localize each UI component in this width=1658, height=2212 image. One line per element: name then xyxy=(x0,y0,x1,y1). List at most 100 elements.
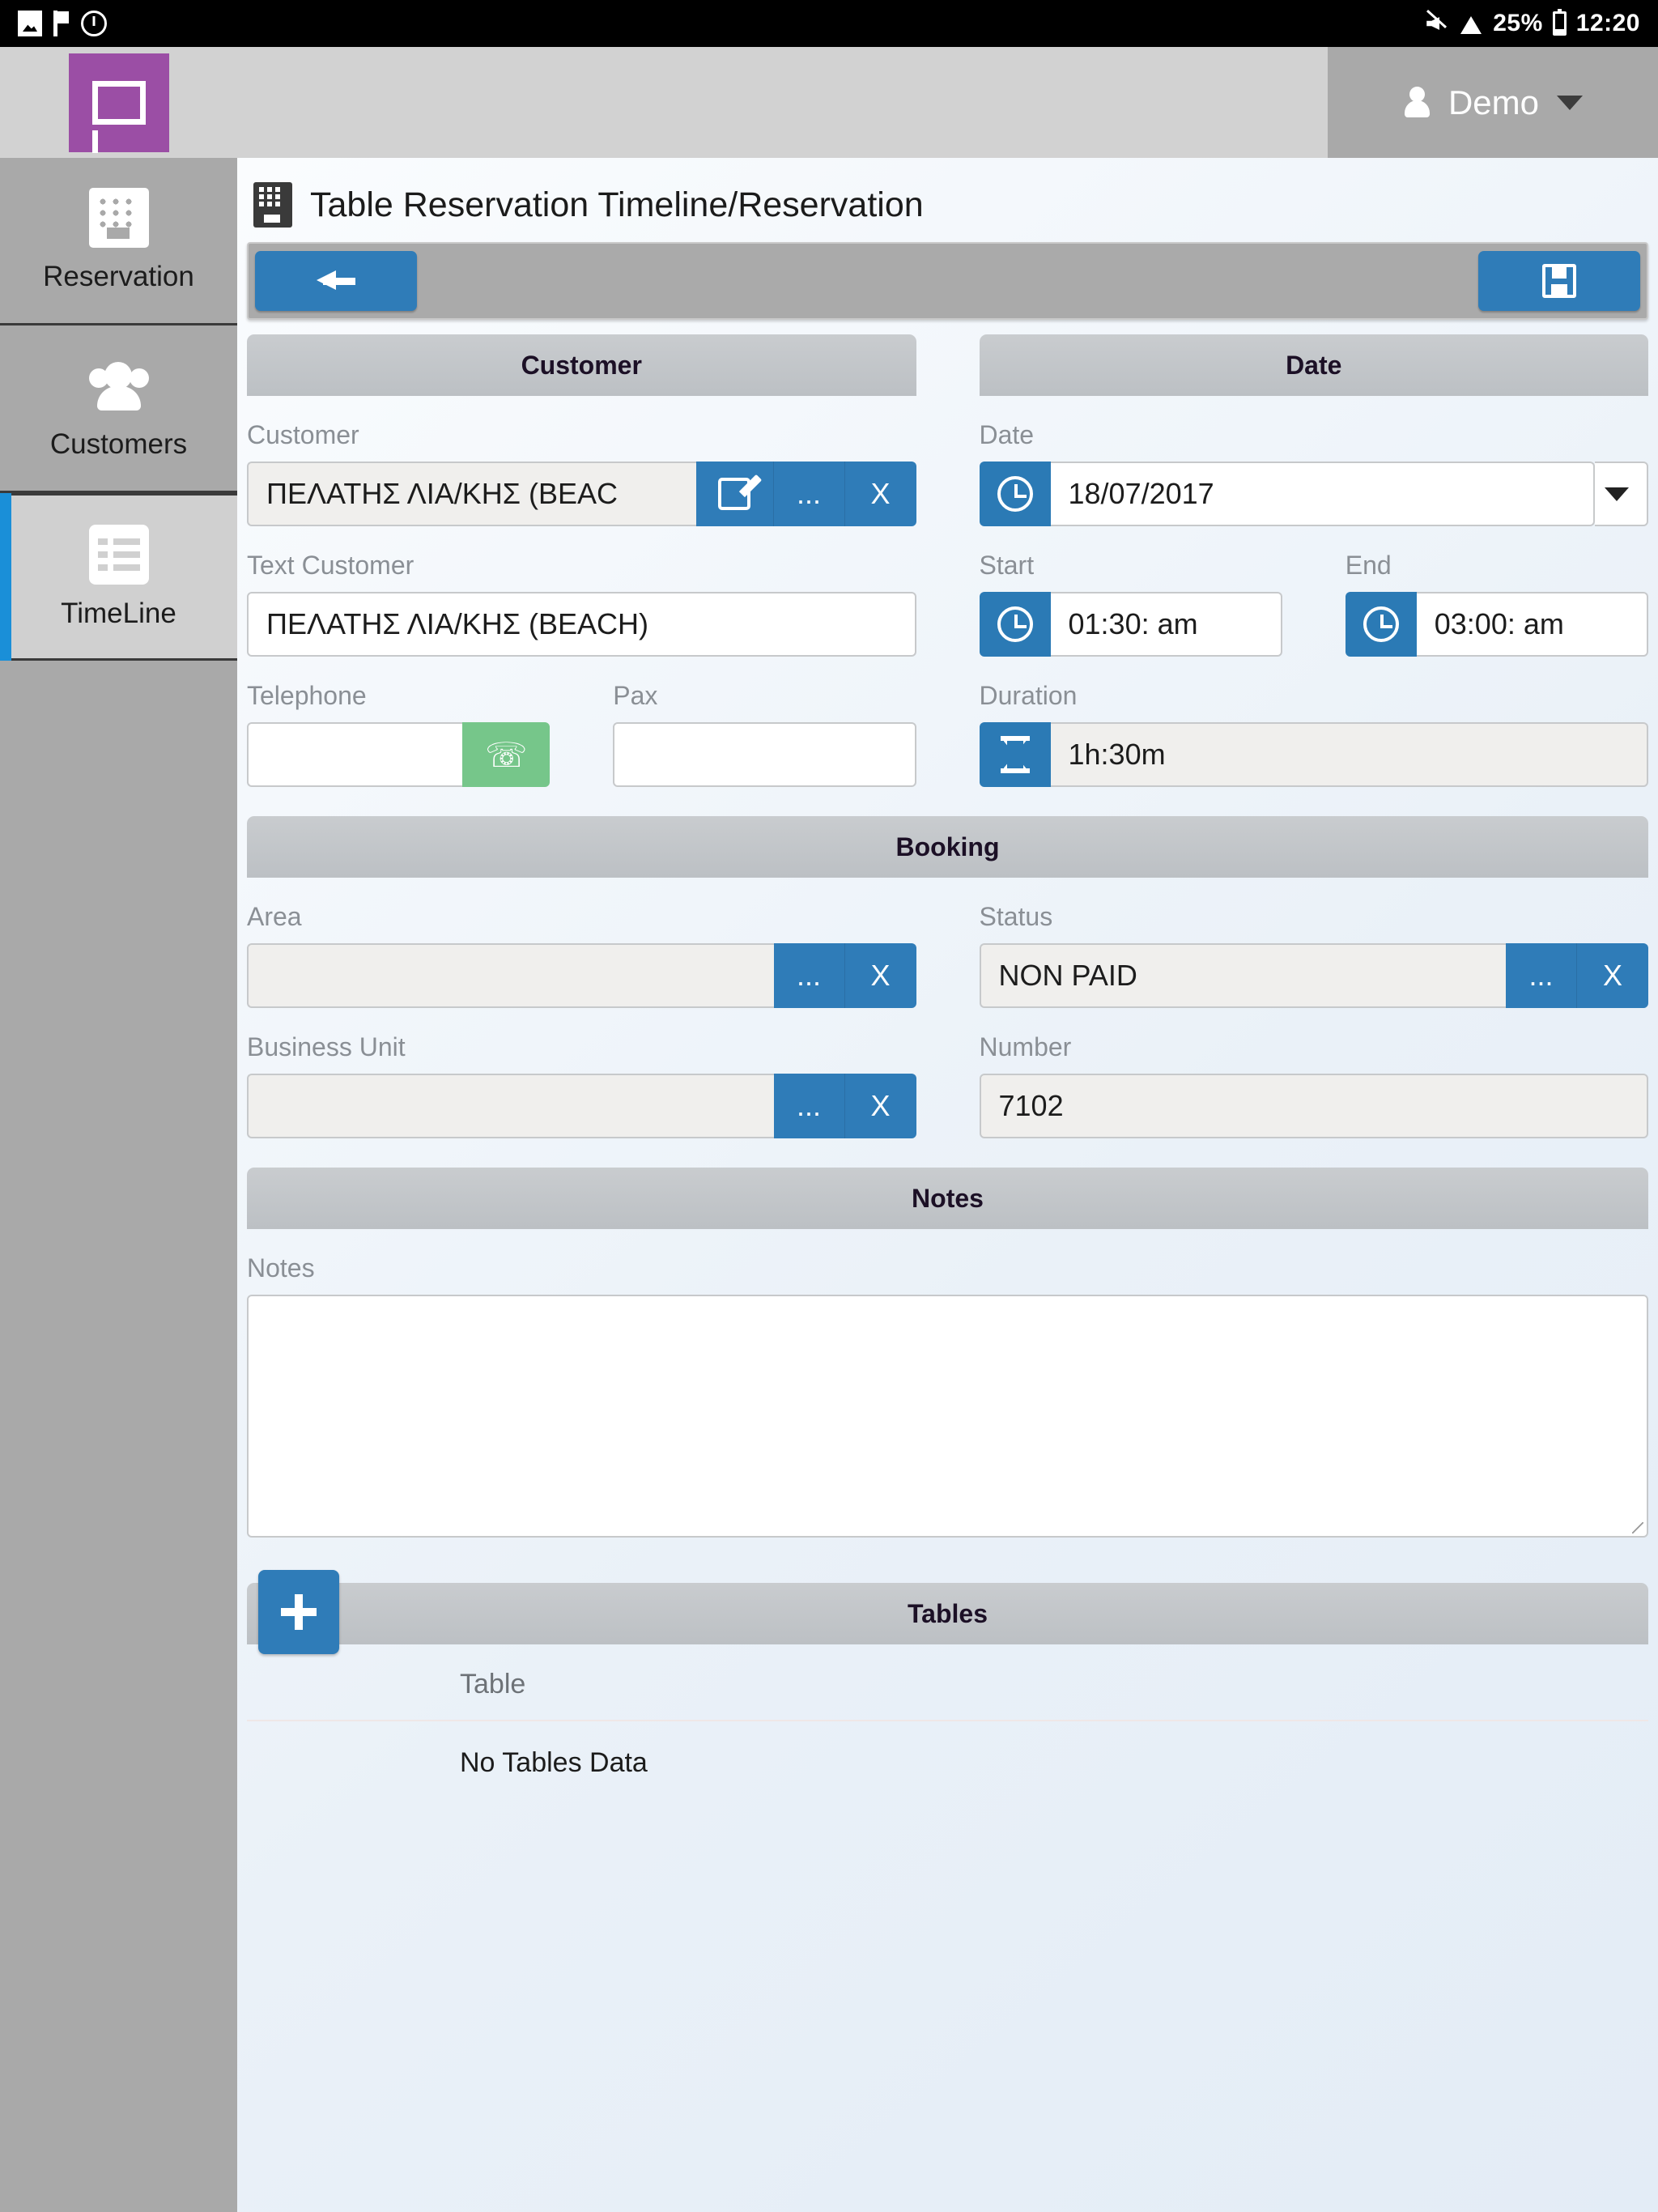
chevron-down-icon xyxy=(1557,95,1584,110)
customer-edit-button[interactable] xyxy=(695,462,774,526)
start-control-row: 01:30: am xyxy=(979,592,1282,657)
battery-icon xyxy=(1552,9,1567,36)
business-unit-control-row: ... X xyxy=(247,1074,916,1138)
sidebar-item-label: Customers xyxy=(49,428,188,460)
business-unit-browse-button[interactable]: ... xyxy=(773,1074,845,1138)
customer-field-label: Customer xyxy=(247,420,359,449)
arrow-left-icon xyxy=(317,267,355,295)
number-field: Number 7102 xyxy=(979,1008,1648,1138)
list-icon xyxy=(88,524,149,585)
duration-field: Duration 1h:30m xyxy=(979,681,1648,787)
status-control-row: NON PAID ... X xyxy=(979,943,1648,1008)
business-unit-clear-button[interactable]: X xyxy=(844,1074,916,1138)
telephone-control-row: ☏ xyxy=(247,722,551,787)
area-clear-button[interactable]: X xyxy=(844,943,916,1008)
date-panel: Date Date 18/07/2017 Start 01:30: am End… xyxy=(979,334,1648,787)
telephone-input[interactable] xyxy=(247,722,463,787)
end-control-row: 03:00: am xyxy=(1345,592,1648,657)
duration-control-row: 1h:30m xyxy=(979,722,1648,787)
status-input[interactable]: NON PAID xyxy=(979,943,1506,1008)
status-bar-right: 25% 12:20 xyxy=(1426,9,1640,37)
save-button[interactable] xyxy=(1478,251,1640,311)
date-picker-button[interactable] xyxy=(979,462,1051,526)
status-field: Status NON PAID ... X xyxy=(979,878,1648,1008)
person-icon xyxy=(1403,86,1431,119)
user-menu[interactable]: Demo xyxy=(1328,47,1658,158)
duration-field-label: Duration xyxy=(979,681,1078,710)
wifi-icon xyxy=(1459,13,1483,34)
battery-percent: 25% xyxy=(1493,10,1543,36)
page-title: Table Reservation Timeline/Reservation xyxy=(310,185,924,224)
clock-icon xyxy=(997,476,1033,512)
notes-textarea[interactable] xyxy=(247,1295,1648,1538)
start-time-picker-button[interactable] xyxy=(979,592,1051,657)
end-time-input[interactable]: 03:00: am xyxy=(1416,592,1648,657)
telephone-pax-row: Telephone ☏ Pax xyxy=(247,681,916,787)
start-time-input[interactable]: 01:30: am xyxy=(1050,592,1282,657)
back-button[interactable] xyxy=(255,251,417,311)
call-button[interactable]: ☏ xyxy=(462,722,551,787)
date-control-row: 18/07/2017 xyxy=(979,462,1648,526)
start-end-row: Start 01:30: am End 03:00: am xyxy=(979,551,1648,657)
plus-icon xyxy=(281,1594,317,1630)
status-browse-button[interactable]: ... xyxy=(1506,943,1577,1008)
telephone-field-label: Telephone xyxy=(247,681,367,710)
status-bar-left-icons xyxy=(18,11,107,36)
add-table-button[interactable] xyxy=(258,1570,339,1654)
area-field: Area ... X xyxy=(247,878,916,1008)
pax-field: Pax xyxy=(613,681,916,787)
notes-field-label: Notes xyxy=(247,1253,315,1283)
notes-panel-header: Notes xyxy=(247,1168,1648,1229)
start-field: Start 01:30: am xyxy=(979,551,1282,657)
customer-clear-button[interactable]: X xyxy=(844,462,916,526)
clock-icon xyxy=(1363,606,1399,642)
customer-input[interactable]: ΠΕΛΑΤΗΣ ΛΙΑ/ΚΗΣ (BEAC xyxy=(247,462,696,526)
booking-row-2: Business Unit ... X Number 7102 xyxy=(247,1008,1648,1138)
logo-glyph-icon xyxy=(91,80,146,153)
status-clear-button[interactable]: X xyxy=(1577,943,1648,1008)
date-field: Date 18/07/2017 xyxy=(979,420,1648,526)
tables-empty-message: No Tables Data xyxy=(460,1747,648,1778)
app-logo[interactable] xyxy=(68,53,169,153)
business-unit-field-label: Business Unit xyxy=(247,1032,406,1061)
date-field-label: Date xyxy=(979,420,1035,449)
notes-panel: Notes Notes xyxy=(247,1168,1648,1538)
text-customer-input[interactable]: ΠΕΛΑΤΗΣ ΛΙΑ/ΚΗΣ (BEACH) xyxy=(247,592,916,657)
business-unit-field: Business Unit ... X xyxy=(247,1008,916,1138)
sidebar-item-timeline[interactable]: TimeLine xyxy=(0,493,237,661)
floppy-save-icon xyxy=(1542,264,1576,298)
pencil-edit-icon xyxy=(718,478,750,510)
area-input[interactable] xyxy=(247,943,774,1008)
clock-app-icon xyxy=(81,11,107,36)
customer-panel: Customer Customer ΠΕΛΑΤΗΣ ΛΙΑ/ΚΗΣ (BEAC … xyxy=(247,334,916,787)
form-toolbar xyxy=(247,242,1648,320)
number-input[interactable]: 7102 xyxy=(979,1074,1648,1138)
business-unit-input[interactable] xyxy=(247,1074,774,1138)
page-header: Table Reservation Timeline/Reservation xyxy=(237,182,1658,228)
sidebar-item-label: Reservation xyxy=(43,261,194,292)
customer-browse-button[interactable]: ... xyxy=(773,462,845,526)
sidebar-item-customers[interactable]: Customers xyxy=(0,325,237,493)
end-time-picker-button[interactable] xyxy=(1345,592,1417,657)
pax-input[interactable] xyxy=(613,722,916,787)
resize-handle-icon[interactable] xyxy=(1632,1522,1643,1534)
main-content: Table Reservation Timeline/Reservation C… xyxy=(237,158,1658,2212)
text-customer-field-label: Text Customer xyxy=(247,551,414,580)
status-bar-clock: 12:20 xyxy=(1575,10,1640,36)
sidebar-item-reservation[interactable]: Reservation xyxy=(0,158,237,325)
pax-control-row xyxy=(613,722,916,787)
area-browse-button[interactable]: ... xyxy=(773,943,845,1008)
date-dropdown-toggle[interactable] xyxy=(1595,462,1648,526)
android-status-bar: 25% 12:20 xyxy=(0,0,1658,47)
people-icon xyxy=(88,355,149,415)
mute-icon xyxy=(1426,11,1449,36)
number-field-label: Number xyxy=(979,1032,1072,1061)
app-header: Demo xyxy=(0,47,1658,158)
booking-row-1: Area ... X Status NON PAID ... X xyxy=(247,878,1648,1008)
end-field-label: End xyxy=(1345,551,1392,580)
tables-panel-title: Tables xyxy=(908,1598,988,1628)
date-input[interactable]: 18/07/2017 xyxy=(1050,462,1595,526)
sidebar-item-label: TimeLine xyxy=(61,597,176,629)
duration-input: 1h:30m xyxy=(1050,722,1648,787)
notes-field: Notes xyxy=(247,1253,1648,1538)
